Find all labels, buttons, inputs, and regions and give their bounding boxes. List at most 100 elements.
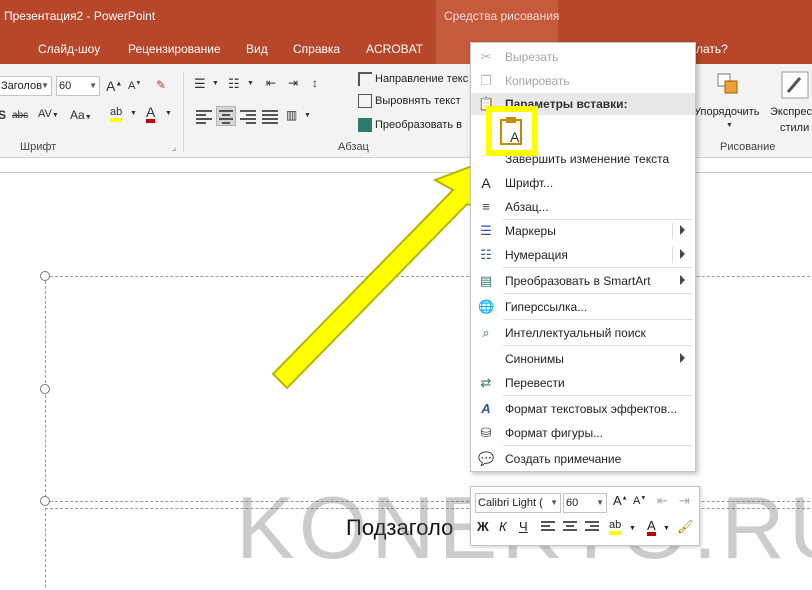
tab-help[interactable]: Справка	[293, 42, 340, 56]
menu-item-font[interactable]: A Шрифт...	[471, 171, 695, 195]
align-left-icon[interactable]	[196, 110, 212, 124]
menu-separator	[503, 445, 693, 446]
convert-smartart-button[interactable]: Преобразовать в	[358, 118, 462, 132]
menu-item-paragraph[interactable]: ≡ Абзац...	[471, 195, 695, 219]
menu-item-numbering[interactable]: ☷ Нумерация	[471, 243, 695, 267]
resize-handle[interactable]	[40, 496, 50, 506]
align-center-icon[interactable]	[563, 521, 579, 535]
align-center-icon[interactable]	[216, 106, 236, 126]
shadow-icon[interactable]: S	[0, 108, 6, 122]
chevron-down-icon[interactable]: ▼	[89, 77, 97, 95]
svg-text:A: A	[510, 129, 520, 145]
tab-review[interactable]: Рецензирование	[128, 42, 221, 56]
tab-slideshow[interactable]: Слайд-шоу	[38, 42, 100, 56]
quick-styles-label-1[interactable]: Экспрес	[770, 106, 812, 118]
chevron-down-icon[interactable]: ▼	[212, 80, 219, 87]
grow-font-icon[interactable]: A▲	[613, 493, 628, 508]
change-case-icon[interactable]: Aa▼	[70, 108, 92, 122]
bullets-icon[interactable]: ☰	[194, 76, 206, 92]
chevron-down-icon[interactable]: ▼	[304, 112, 311, 119]
font-size-combo[interactable]: 60 ▼	[56, 76, 100, 96]
smartart-icon: ▤	[479, 273, 493, 288]
chevron-down-icon[interactable]: ▼	[629, 525, 636, 532]
chevron-right-icon	[680, 275, 685, 285]
resize-handle[interactable]	[40, 271, 50, 281]
font-color-icon[interactable]: A	[647, 519, 656, 536]
strikethrough-icon[interactable]: abc	[12, 110, 28, 121]
menu-separator	[503, 395, 693, 396]
tell-me-box[interactable]: лать?	[696, 42, 728, 56]
menu-item-convert-smartart[interactable]: ▤ Преобразовать в SmartArt	[471, 269, 695, 293]
chevron-down-icon[interactable]: ▼	[726, 122, 733, 129]
chevron-down-icon[interactable]: ▼	[663, 525, 670, 532]
menu-item-cut[interactable]: ✂ Вырезать	[471, 45, 695, 69]
tab-view[interactable]: Вид	[246, 42, 268, 56]
menu-item-hyperlink[interactable]: 🌐 Гиперссылка...	[471, 295, 695, 319]
menu-item-new-comment[interactable]: 💬 Создать примечание	[471, 447, 695, 471]
bullets-icon: ☰	[480, 223, 492, 238]
menu-item-shape-format[interactable]: ⛁ Формат фигуры...	[471, 421, 695, 445]
clear-formatting-icon[interactable]: ✎	[156, 78, 166, 92]
mini-font-size-combo[interactable]: 60 ▼	[563, 493, 607, 513]
mini-font-name-combo[interactable]: Calibri Light ( ▼	[475, 493, 561, 513]
chevron-down-icon[interactable]: ▼	[596, 494, 604, 512]
arrange-label[interactable]: Упорядочить	[694, 106, 759, 118]
menu-item-bullets[interactable]: ☰ Маркеры	[471, 219, 695, 243]
columns-icon[interactable]: ▥	[286, 108, 297, 122]
line-spacing-icon[interactable]: ↕	[312, 76, 318, 90]
submenu-divider	[672, 247, 673, 263]
resize-handle[interactable]	[40, 384, 50, 394]
menu-item-text-effects[interactable]: A Формат текстовых эффектов...	[471, 397, 695, 421]
chevron-down-icon[interactable]: ▼	[247, 80, 254, 87]
increase-indent-icon[interactable]: ⇥	[679, 493, 690, 509]
menu-item-smart-lookup[interactable]: ⌕ Интеллектуальный поиск	[471, 321, 695, 345]
chevron-down-icon[interactable]: ▼	[550, 494, 558, 512]
globe-link-icon: 🌐	[478, 299, 495, 314]
format-painter-icon[interactable]: 🖌	[677, 519, 694, 535]
highlight-color-icon[interactable]: ab	[110, 106, 123, 122]
align-left-icon[interactable]	[541, 521, 557, 535]
font-color-icon[interactable]: A	[146, 105, 156, 123]
convert-smartart-label: Преобразовать в	[375, 119, 462, 131]
arrange-icon	[714, 70, 742, 98]
highlight-color-icon[interactable]: ab	[609, 519, 622, 535]
chevron-down-icon[interactable]: ▼	[130, 110, 137, 117]
paste-text-only-icon: A	[500, 117, 522, 145]
translate-icon: ⇄	[480, 375, 492, 390]
text-direction-icon	[358, 72, 372, 86]
text-direction-button[interactable]: Направление текс	[358, 72, 468, 86]
bold-icon[interactable]: Ж	[477, 519, 489, 534]
font-name-combo[interactable]: Заголов ▼	[0, 76, 52, 96]
decrease-indent-icon[interactable]: ⇤	[657, 493, 668, 509]
dialog-launcher-icon[interactable]: ⌟	[172, 142, 176, 153]
chevron-down-icon[interactable]: ▼	[41, 77, 49, 95]
quick-styles-icon	[780, 70, 812, 100]
comment-icon: 💬	[478, 451, 495, 466]
grow-font-icon[interactable]: A▲	[106, 78, 122, 94]
increase-indent-icon[interactable]: ⇥	[288, 76, 298, 90]
submenu-divider	[672, 223, 673, 239]
window-title: Презентация2 - PowerPoint	[4, 9, 156, 23]
menu-item-translate[interactable]: ⇄ Перевести	[471, 371, 695, 395]
pointer-arrow-icon	[271, 160, 489, 390]
shrink-font-icon[interactable]: A▼	[633, 495, 646, 507]
mini-font-size-value: 60	[566, 497, 579, 509]
align-text-button[interactable]: Выровнять текст	[358, 94, 461, 108]
chevron-right-icon	[680, 249, 685, 259]
shrink-font-icon[interactable]: A▼	[128, 80, 141, 92]
tab-acrobat[interactable]: ACROBAT	[366, 42, 423, 56]
align-right-icon[interactable]	[585, 521, 601, 535]
chevron-down-icon[interactable]: ▼	[165, 110, 172, 117]
italic-icon[interactable]: К	[499, 519, 507, 534]
underline-icon[interactable]: Ч	[519, 519, 528, 534]
quick-styles-label-2[interactable]: стили	[780, 122, 809, 134]
decrease-indent-icon[interactable]: ⇤	[266, 76, 276, 90]
menu-item-synonyms[interactable]: Синонимы	[471, 347, 695, 371]
menu-separator	[503, 345, 693, 346]
numbering-icon[interactable]: ☷	[228, 76, 240, 92]
menu-item-copy[interactable]: ❐ Копировать	[471, 69, 695, 93]
align-right-icon[interactable]	[240, 110, 256, 124]
paragraph-icon: ≡	[482, 199, 490, 214]
justify-icon[interactable]	[262, 110, 278, 124]
char-spacing-icon[interactable]: AV▼	[38, 108, 59, 120]
